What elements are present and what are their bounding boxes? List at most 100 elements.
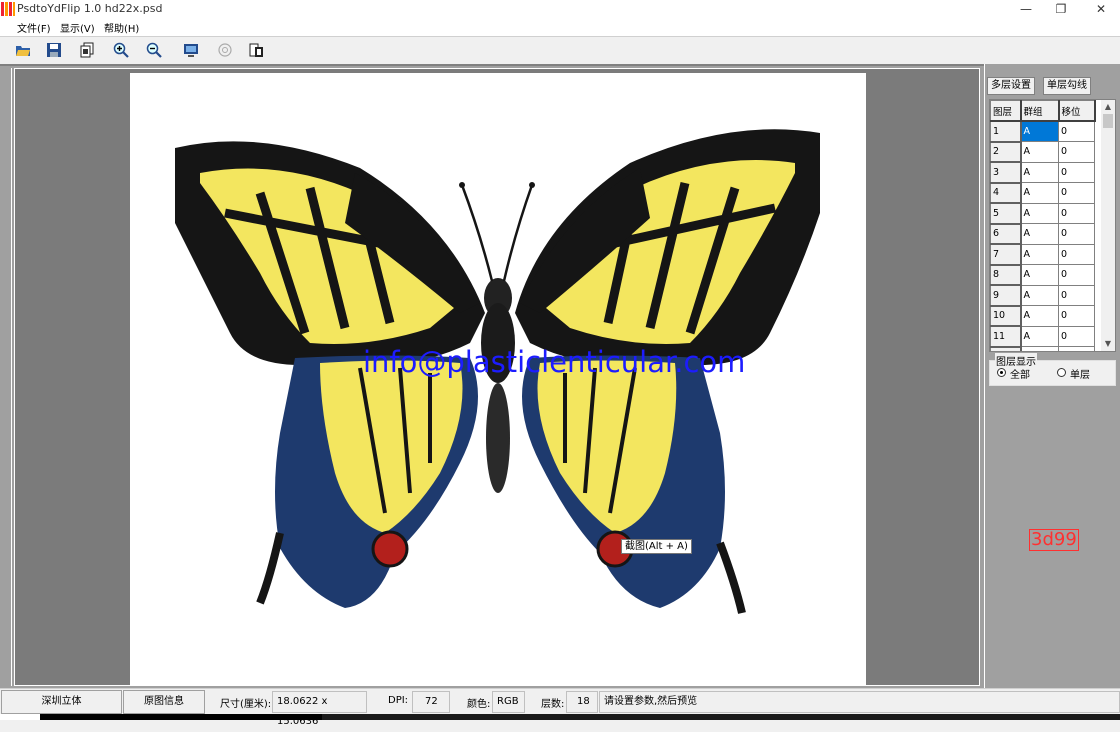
scroll-thumb[interactable] bbox=[1103, 114, 1113, 128]
table-row[interactable]: 8A0 bbox=[990, 264, 1095, 286]
col-group[interactable]: 群组 bbox=[1020, 100, 1060, 122]
layers-value: 18 bbox=[566, 691, 598, 713]
watermark-text: info@plasticlenticular.com bbox=[363, 345, 746, 379]
offset-cell[interactable]: 0 bbox=[1058, 243, 1095, 265]
code-badge: 3d99 bbox=[1029, 529, 1079, 551]
size-label: 尺寸(厘米): bbox=[220, 699, 272, 710]
size-value: 18.0622 x 15.0636 bbox=[272, 691, 367, 727]
paste-icon[interactable] bbox=[249, 42, 265, 58]
layer-cell[interactable]: 4 bbox=[990, 182, 1022, 204]
layer-cell[interactable]: 1 bbox=[990, 120, 1022, 143]
image-preview[interactable]: info@plasticlenticular.com 截图(Alt + A) bbox=[130, 73, 866, 685]
radio-single[interactable] bbox=[1057, 368, 1066, 377]
rotate-icon[interactable] bbox=[217, 42, 233, 58]
layer-display-group: 图层显示 全部 单层 bbox=[989, 353, 1116, 386]
canvas-area[interactable]: info@plasticlenticular.com 截图(Alt + A) bbox=[14, 68, 980, 686]
menu-file[interactable]: 文件(F) bbox=[17, 20, 51, 35]
table-row[interactable]: 10 A 0 bbox=[990, 305, 1095, 327]
status-bar: 深圳立体 原图信息 尺寸(厘米): 18.0622 x 15.0636 DPI:… bbox=[0, 688, 1120, 727]
group-cell[interactable]: A bbox=[1020, 202, 1059, 224]
layer-cell[interactable]: 2 bbox=[990, 141, 1022, 163]
radio-all-label[interactable]: 全部 bbox=[1010, 366, 1030, 381]
table-row[interactable]: 5A0 bbox=[990, 202, 1095, 225]
group-cell[interactable]: A bbox=[1020, 243, 1059, 265]
group-cell[interactable]: A bbox=[1020, 346, 1059, 351]
color-label: 颜色: bbox=[467, 699, 491, 710]
minimize-button[interactable]: — bbox=[1011, 0, 1041, 18]
offset-cell[interactable]: 0 bbox=[1058, 284, 1095, 306]
layer-cell[interactable]: 5 bbox=[990, 202, 1022, 225]
offset-cell[interactable]: 0 bbox=[1058, 264, 1095, 286]
offset-cell[interactable]: 0 bbox=[1058, 120, 1095, 142]
group-cell[interactable]: A bbox=[1020, 325, 1059, 347]
table-scrollbar[interactable]: ▲ ▼ bbox=[1101, 100, 1115, 351]
restore-button[interactable]: ❐ bbox=[1046, 0, 1076, 18]
col-offset[interactable]: 移位 bbox=[1058, 100, 1096, 122]
table-row[interactable]: 1A0 bbox=[990, 120, 1095, 143]
layer-cell[interactable]: 9 bbox=[990, 284, 1022, 307]
toolbar bbox=[0, 36, 1120, 64]
table-row[interactable]: 2A0 bbox=[990, 141, 1095, 163]
left-strip bbox=[0, 68, 12, 686]
image-info-button[interactable]: 原图信息 bbox=[123, 690, 205, 714]
shenzhen-button[interactable]: 深圳立体 bbox=[1, 690, 122, 714]
group-cell[interactable]: A bbox=[1020, 284, 1059, 306]
scroll-up-icon[interactable]: ▲ bbox=[1101, 100, 1115, 114]
layer-cell[interactable]: 12 bbox=[990, 346, 1022, 351]
table-row[interactable]: 3A0 bbox=[990, 161, 1095, 184]
scroll-down-icon[interactable]: ▼ bbox=[1101, 337, 1115, 351]
table-row[interactable]: 6A0 bbox=[990, 223, 1095, 245]
table-row[interactable]: 7A0 bbox=[990, 243, 1095, 266]
layer-cell[interactable]: 8 bbox=[990, 264, 1022, 286]
display-icon[interactable] bbox=[183, 42, 199, 58]
dpi-label: DPI: bbox=[388, 695, 409, 706]
copy-icon[interactable] bbox=[79, 42, 95, 58]
zoom-out-icon[interactable] bbox=[146, 42, 162, 58]
color-value: RGB bbox=[492, 691, 525, 713]
offset-cell[interactable]: 0 bbox=[1058, 141, 1095, 163]
offset-cell[interactable]: 0 bbox=[1058, 305, 1095, 327]
butterfly-image bbox=[175, 129, 820, 614]
save-icon[interactable] bbox=[46, 42, 62, 58]
tab-single-outline[interactable]: 单层勾线 bbox=[1043, 77, 1091, 95]
taskbar-area bbox=[322, 714, 1120, 720]
offset-cell[interactable]: 0 bbox=[1058, 161, 1095, 183]
table-row[interactable]: 11 A 0 bbox=[990, 325, 1095, 348]
offset-cell[interactable]: 0 bbox=[1058, 223, 1095, 245]
radio-all[interactable] bbox=[997, 368, 1006, 377]
dpi-value: 72 bbox=[412, 691, 450, 713]
layer-cell[interactable]: 3 bbox=[990, 161, 1022, 184]
group-cell[interactable]: A bbox=[1020, 120, 1059, 142]
table-row[interactable]: 9A0 bbox=[990, 284, 1095, 307]
status-message: 请设置参数,然后预览 bbox=[599, 691, 1120, 713]
group-cell[interactable]: A bbox=[1020, 305, 1059, 327]
offset-cell[interactable]: 0 bbox=[1058, 325, 1095, 347]
close-button[interactable]: ✕ bbox=[1086, 0, 1116, 18]
layer-cell[interactable]: 6 bbox=[990, 223, 1022, 245]
layer-table[interactable]: 图层 群组 移位 1 A 0 2 A 0 3 A 0 4 A 0 5 A 0 6 A 0 7 A 0 8 A 0 9 A 0 10 A 0… bbox=[989, 99, 1116, 352]
table-row[interactable]: 12A0 bbox=[990, 346, 1095, 351]
layer-cell[interactable]: 10 bbox=[990, 305, 1022, 327]
offset-cell[interactable]: 0 bbox=[1058, 182, 1095, 204]
zoom-in-icon[interactable] bbox=[113, 42, 129, 58]
table-row[interactable]: 4A0 bbox=[990, 182, 1095, 204]
right-panel: 多层设置 单层勾线 图层 群组 移位 1A02A03A04A05A06A07A0… bbox=[984, 64, 1120, 688]
radio-single-label[interactable]: 单层 bbox=[1070, 366, 1090, 381]
menu-help[interactable]: 帮助(H) bbox=[104, 20, 139, 35]
layer-cell[interactable]: 7 bbox=[990, 243, 1022, 266]
work-area: info@plasticlenticular.com 截图(Alt + A) bbox=[0, 64, 984, 688]
group-cell[interactable]: A bbox=[1020, 141, 1059, 163]
offset-cell[interactable]: 0 bbox=[1058, 202, 1095, 224]
group-cell[interactable]: A bbox=[1020, 223, 1059, 245]
open-folder-icon[interactable] bbox=[15, 42, 31, 58]
group-cell[interactable]: A bbox=[1020, 161, 1059, 183]
menu-bar: 文件(F) 显示(V) 帮助(H) bbox=[0, 18, 1120, 36]
screenshot-tooltip: 截图(Alt + A) bbox=[621, 539, 692, 554]
tab-multi-layer[interactable]: 多层设置 bbox=[987, 77, 1035, 95]
group-cell[interactable]: A bbox=[1020, 264, 1059, 286]
offset-cell[interactable]: 0 bbox=[1058, 346, 1095, 351]
col-layer[interactable]: 图层 bbox=[990, 100, 1022, 122]
group-cell[interactable]: A bbox=[1020, 182, 1059, 204]
layer-cell[interactable]: 11 bbox=[990, 325, 1022, 348]
menu-view[interactable]: 显示(V) bbox=[60, 20, 95, 35]
